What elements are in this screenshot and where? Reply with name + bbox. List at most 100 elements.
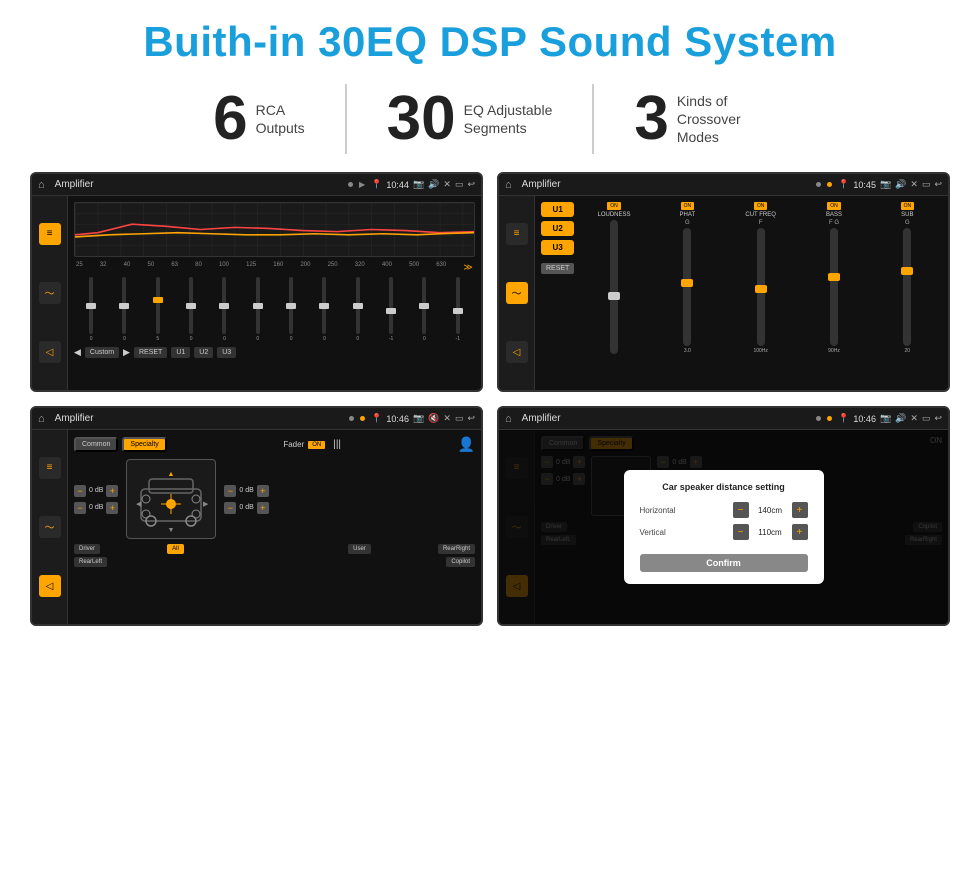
eq-slider-11[interactable]: 0 [409,277,439,342]
eq-vol-icon: 🔊 [428,179,439,190]
xo-loudness: ON LOUDNESS [579,202,648,354]
fader-top-icons: 📍 10:46 📷 🔇 ✕ ▭ ↩ [371,413,475,424]
fader-home-icon[interactable]: ⌂ [38,413,45,425]
xo-pin-icon: 📍 [838,179,849,190]
dialog-cam-icon: 📷 [880,413,891,424]
fader-content: Common Specialty Fader ON ||| 👤 − 0 [74,436,475,618]
eq-slider-8[interactable]: 0 [309,277,339,342]
xo-sliders-area: ON LOUDNESS ON PHAT G 3.0 [579,202,942,354]
xo-loudness-label: LOUDNESS [598,212,631,218]
eq-slider-1[interactable]: 0 [76,277,106,342]
xo-cutfreq-label: CUT FREQ [745,212,776,218]
xo-tab-u2[interactable]: U2 [541,221,574,236]
fader-minus-4[interactable]: − [224,502,236,514]
xo-cutfreq-slider[interactable] [757,228,765,346]
eq-slider-12[interactable]: -1 [443,277,473,342]
fader-plus-3[interactable]: + [257,485,269,497]
eq-sidebar-wave-icon[interactable]: 〜 [39,282,61,304]
xo-rect-icon: ▭ [922,179,931,190]
xo-reset-btn[interactable]: RESET [541,263,574,274]
xo-phat-slider[interactable] [683,228,691,346]
fader-sidebar: ≡ 〜 ◁ [32,430,68,624]
fader-common-tab[interactable]: Common [74,437,118,452]
eq-slider-5[interactable]: 0 [209,277,239,342]
eq-slider-6[interactable]: 0 [243,277,273,342]
fader-all-btn[interactable]: All [167,544,184,554]
fader-sliders-icon: ||| [333,439,341,450]
dialog-time: 10:46 [853,414,876,424]
xo-back-icon: ↩ [934,179,942,190]
fader-specialty-tab[interactable]: Specialty [122,437,166,452]
eq-home-icon[interactable]: ⌂ [38,179,45,191]
xo-loudness-slider[interactable] [610,220,618,354]
xo-phat: ON PHAT G 3.0 [653,202,722,354]
fader-rearright-btn[interactable]: RearRight [438,544,475,554]
dialog-horizontal-row: Horizontal − 140cm + [640,502,808,518]
eq-slider-9[interactable]: 0 [343,277,373,342]
fader-rearleft-btn[interactable]: RearLeft [74,557,107,567]
dialog-horizontal-minus[interactable]: − [733,502,749,518]
fader-db-row-1: − 0 dB + [74,485,118,497]
dialog-vertical-plus[interactable]: + [792,524,808,540]
stat-eq-number: 30 [387,88,456,150]
fader-copilot-btn[interactable]: Copilot [446,557,475,567]
fader-minus-3[interactable]: − [224,485,236,497]
eq-u3-btn[interactable]: U3 [217,347,236,358]
eq-reset-btn[interactable]: RESET [134,347,167,358]
dialog-horizontal-plus[interactable]: + [792,502,808,518]
xo-left-tabs: U1 U2 U3 RESET [541,202,574,354]
xo-sub-slider[interactable] [903,228,911,346]
eq-main: 2532405063 80100125160200 25032040050063… [68,196,481,390]
dialog-confirm-button[interactable]: Confirm [640,554,808,572]
xo-tab-u3[interactable]: U3 [541,240,574,255]
eq-sidebar-eq-icon[interactable]: ≡ [39,223,61,245]
fader-sidebar-eq-icon[interactable]: ≡ [39,457,61,479]
eq-prev-icon[interactable]: ◀ [74,347,81,358]
eq-slider-10[interactable]: -1 [376,277,406,342]
dialog-app-title: Amplifier [522,413,811,424]
eq-slider-7[interactable]: 0 [276,277,306,342]
xo-bass-on: ON [827,202,841,210]
distance-dialog: Car speaker distance setting Horizontal … [624,470,824,584]
xo-home-icon[interactable]: ⌂ [505,179,512,191]
eq-bottom-bar: ◀ Custom ▶ RESET U1 U2 U3 [74,347,475,358]
eq-slider-3[interactable]: 5 [143,277,173,342]
eq-slider-2[interactable]: 0 [109,277,139,342]
fader-sidebar-speaker-icon[interactable]: ◁ [39,575,61,597]
fader-plus-1[interactable]: + [106,485,118,497]
eq-sidebar: ≡ 〜 ◁ [32,196,68,390]
xo-tab-u1[interactable]: U1 [541,202,574,217]
fader-minus-1[interactable]: − [74,485,86,497]
xo-sidebar-speaker-icon[interactable]: ◁ [506,341,528,363]
fader-main: Common Specialty Fader ON ||| 👤 − 0 [68,430,481,624]
fader-plus-4[interactable]: + [257,502,269,514]
dialog-vertical-row: Vertical − 110cm + [640,524,808,540]
xo-body: ≡ 〜 ◁ U1 U2 U3 RESET [499,196,948,390]
fader-minus-2[interactable]: − [74,502,86,514]
xo-bass-slider[interactable] [830,228,838,346]
stat-crossover: 3 Kinds ofCrossover Modes [594,88,806,150]
eq-u2-btn[interactable]: U2 [194,347,213,358]
dialog-home-icon[interactable]: ⌂ [505,413,512,425]
eq-slider-4[interactable]: 0 [176,277,206,342]
eq-dot1 [348,182,353,187]
dialog-vertical-minus[interactable]: − [733,524,749,540]
fader-user-btn[interactable]: User [348,544,371,554]
xo-top-icons: 📍 10:45 📷 🔊 ✕ ▭ ↩ [838,179,942,190]
eq-sliders: 0 0 5 0 0 0 0 0 0 -1 0 -1 [74,277,475,342]
eq-screen-card: ⌂ Amplifier ▶ 📍 10:44 📷 🔊 ✕ ▭ ↩ ≡ 〜 [30,172,483,392]
fader-bottom-row: Driver All User RearRight [74,544,475,554]
fader-sidebar-wave-icon[interactable]: 〜 [39,516,61,538]
eq-next-icon[interactable]: ▶ [123,347,130,358]
eq-sidebar-speaker-icon[interactable]: ◁ [39,341,61,363]
fader-profile-icon[interactable]: 👤 [458,436,475,453]
eq-back-icon: ↩ [467,179,475,190]
fader-plus-2[interactable]: + [106,502,118,514]
xo-sidebar-wave-icon[interactable]: 〜 [506,282,528,304]
xo-sub-on: ON [901,202,915,210]
svg-text:▲: ▲ [168,471,175,478]
xo-sidebar-eq-icon[interactable]: ≡ [506,223,528,245]
eq-u1-btn[interactable]: U1 [171,347,190,358]
fader-driver-btn[interactable]: Driver [74,544,100,554]
xo-content: U1 U2 U3 RESET ON LOUDNESS [541,202,942,354]
